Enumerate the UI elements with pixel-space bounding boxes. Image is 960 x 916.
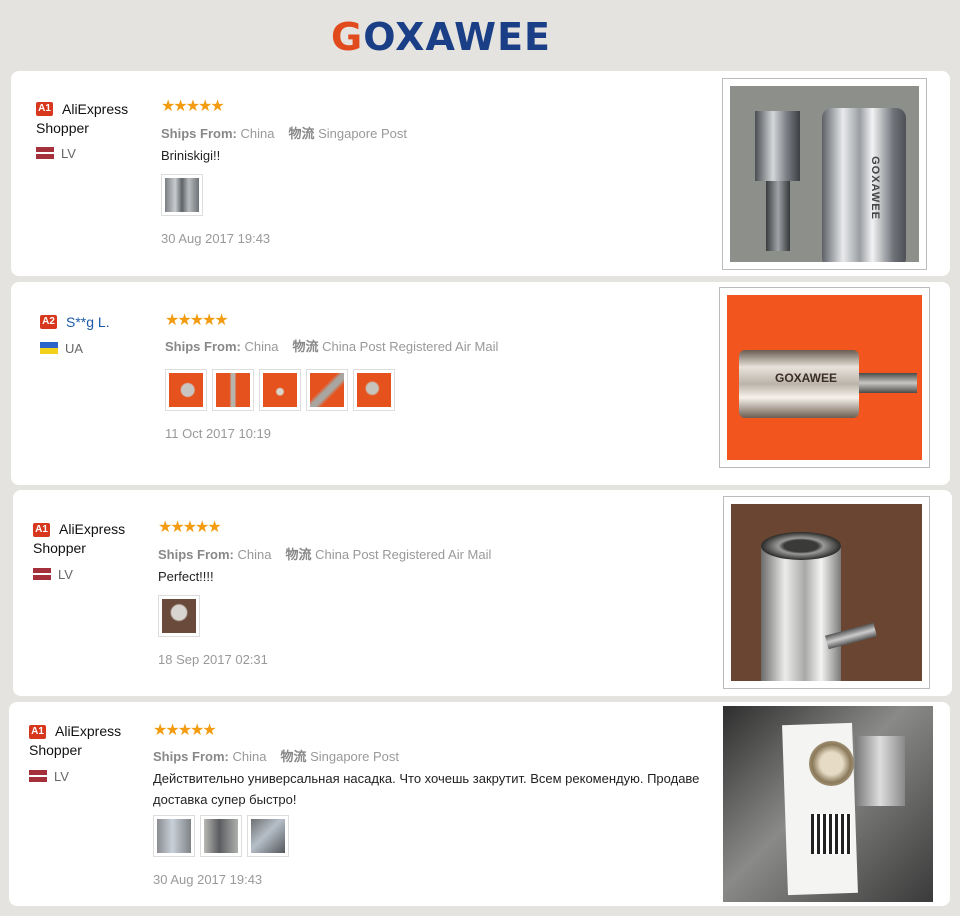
product-photo bbox=[723, 706, 933, 902]
shipping-info: Ships From: China 物流 China Post Registere… bbox=[165, 339, 499, 354]
flag-icon bbox=[40, 342, 58, 354]
rating-stars: ★★★★★ bbox=[158, 519, 222, 536]
review-date: 18 Sep 2017 02:31 bbox=[158, 652, 268, 667]
review-card: A2 S**g L. UA ★★★★★ Ships From: China 物流 … bbox=[11, 282, 950, 485]
product-photo[interactable]: GOXAWEE bbox=[719, 287, 930, 468]
buyer-country: LV bbox=[54, 769, 69, 784]
socket-brand-text: GOXAWEE bbox=[868, 156, 881, 220]
review-image-thumbnail[interactable] bbox=[153, 815, 195, 857]
rating-stars: ★★★★★ bbox=[153, 722, 217, 739]
review-image-thumbnail[interactable] bbox=[306, 369, 348, 411]
review-date: 11 Oct 2017 10:19 bbox=[165, 426, 272, 441]
review-card: A1 AliExpress Shopper LV ★★★★★ Ships Fro… bbox=[13, 490, 952, 696]
rating-stars: ★★★★★ bbox=[165, 312, 229, 329]
review-image-thumbnail[interactable] bbox=[161, 174, 203, 216]
review-text: Действительно универсальная насадка. Что… bbox=[153, 771, 700, 786]
review-image-thumbnail[interactable] bbox=[259, 369, 301, 411]
shipping-info: Ships From: China 物流 Singapore Post bbox=[161, 126, 407, 141]
review-image-thumbnail[interactable] bbox=[212, 369, 254, 411]
buyer-name: AliExpress Shopper bbox=[36, 101, 129, 136]
flag-icon bbox=[29, 770, 47, 782]
review-card: A1 AliExpress Shopper LV ★★★★★ Ships Fro… bbox=[11, 71, 950, 276]
socket-brand-text: GOXAWEE bbox=[775, 371, 838, 385]
brand-logo: GOXAWEE bbox=[331, 15, 551, 59]
review-image-thumbnail[interactable] bbox=[165, 369, 207, 411]
product-photo[interactable] bbox=[723, 496, 930, 689]
review-image-thumbnail[interactable] bbox=[353, 369, 395, 411]
buyer-name: AliExpress Shopper bbox=[29, 723, 122, 758]
flag-icon bbox=[33, 568, 51, 580]
review-image-thumbnail[interactable] bbox=[158, 595, 200, 637]
buyer-name[interactable]: S**g L. bbox=[66, 313, 176, 332]
review-text: Briniskigi!! bbox=[161, 148, 221, 163]
review-image-thumbnail[interactable] bbox=[247, 815, 289, 857]
review-date: 30 Aug 2017 19:43 bbox=[153, 872, 263, 887]
buyer-level-badge: A2 bbox=[40, 315, 57, 329]
shipping-info: Ships From: China 物流 Singapore Post bbox=[153, 749, 399, 764]
buyer-name: AliExpress Shopper bbox=[33, 521, 126, 556]
review-card: A1 AliExpress Shopper LV ★★★★★ Ships Fro… bbox=[9, 702, 950, 906]
review-date: 30 Aug 2017 19:43 bbox=[161, 231, 271, 246]
buyer-country: LV bbox=[58, 567, 73, 582]
review-image-thumbnail[interactable] bbox=[200, 815, 242, 857]
product-photo[interactable]: GOXAWEE bbox=[722, 78, 927, 270]
buyer-country: LV bbox=[61, 146, 76, 161]
shipping-info: Ships From: China 物流 China Post Registere… bbox=[158, 547, 492, 562]
rating-stars: ★★★★★ bbox=[161, 98, 225, 115]
buyer-country: UA bbox=[65, 341, 84, 356]
review-text: Perfect!!!! bbox=[158, 569, 214, 584]
review-text-line-2: доставка супер быстро! bbox=[153, 792, 297, 807]
flag-icon bbox=[36, 147, 54, 159]
